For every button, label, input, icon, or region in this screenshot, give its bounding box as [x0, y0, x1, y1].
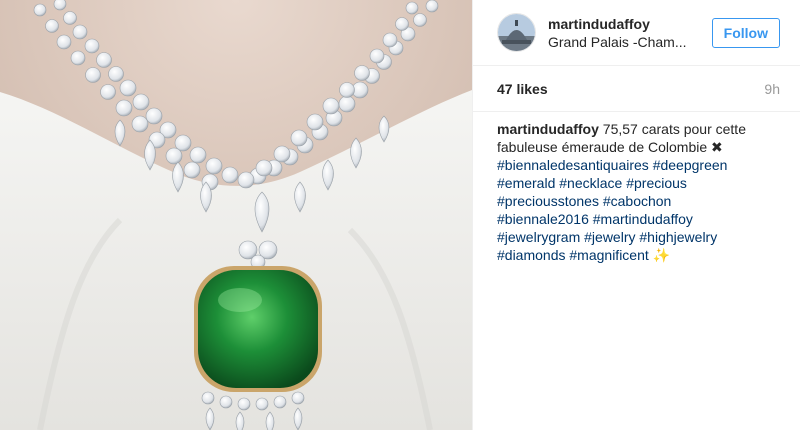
- avatar[interactable]: [497, 13, 536, 52]
- location-link[interactable]: Grand Palais -Cham...: [548, 33, 698, 51]
- hashtag-link[interactable]: #diamonds: [497, 247, 566, 263]
- hashtag-link[interactable]: #biennale2016: [497, 211, 589, 227]
- caption-line-5: #preciousstones #cabochon: [497, 192, 780, 210]
- follow-button[interactable]: Follow: [711, 17, 780, 48]
- avatar-grand-palais-icon: [498, 14, 535, 51]
- emerald-necklace-image: [0, 0, 472, 430]
- hashtag-link[interactable]: #preciousstones: [497, 193, 599, 209]
- hashtag-link[interactable]: #deepgreen: [653, 157, 728, 173]
- hashtag-link[interactable]: #biennaledesantiquaires: [497, 157, 649, 173]
- likes-count[interactable]: 47 likes: [497, 81, 548, 97]
- timestamp[interactable]: 9h: [764, 81, 780, 97]
- sparkles-icon: ✨: [652, 247, 671, 263]
- hashtag-link[interactable]: #jewelry: [584, 229, 635, 245]
- post-photo[interactable]: [0, 0, 472, 430]
- four-leaf-clover-icon: ✖: [711, 139, 723, 155]
- caption-line-3: #biennaledesantiquaires #deepgreen: [497, 156, 780, 174]
- caption-text-2: fabuleuse émeraude de Colombie: [497, 139, 708, 155]
- hashtag-link[interactable]: #precious: [626, 175, 687, 191]
- hashtag-link[interactable]: #cabochon: [603, 193, 672, 209]
- caption-line-2: fabuleuse émeraude de Colombie ✖: [497, 138, 780, 156]
- hashtag-link[interactable]: #necklace: [559, 175, 622, 191]
- hashtag-link[interactable]: #jewelrygram: [497, 229, 580, 245]
- hashtag-link[interactable]: #martindudaffoy: [593, 211, 693, 227]
- hashtag-link[interactable]: #emerald: [497, 175, 555, 191]
- hashtag-link[interactable]: #highjewelry: [639, 229, 717, 245]
- caption-text-1: 75,57 carats pour cette: [602, 121, 746, 137]
- caption-line-6: #biennale2016 #martindudaffoy: [497, 210, 780, 228]
- caption-line-8: #diamonds #magnificent ✨: [497, 246, 780, 264]
- username-link[interactable]: martindudaffoy: [548, 15, 712, 33]
- post-side-panel: martindudaffoy Grand Palais -Cham... Fol…: [472, 0, 800, 430]
- instagram-post: martindudaffoy Grand Palais -Cham... Fol…: [0, 0, 800, 430]
- caption-line-4: #emerald #necklace #precious: [497, 174, 780, 192]
- post-meta: 47 likes 9h: [473, 66, 800, 112]
- hashtag-link[interactable]: #magnificent: [569, 247, 648, 263]
- header-text: martindudaffoy Grand Palais -Cham...: [548, 15, 712, 51]
- caption-author-link[interactable]: martindudaffoy: [497, 121, 599, 137]
- caption-line-1: martindudaffoy 75,57 carats pour cette: [497, 120, 780, 138]
- post-header: martindudaffoy Grand Palais -Cham... Fol…: [473, 0, 800, 66]
- caption: martindudaffoy 75,57 carats pour cette f…: [473, 112, 800, 264]
- caption-line-7: #jewelrygram #jewelry #highjewelry: [497, 228, 780, 246]
